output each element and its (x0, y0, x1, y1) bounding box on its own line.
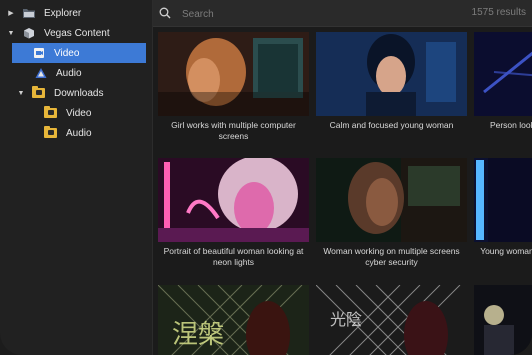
media-card[interactable]: Portrait of beautiful woman looking at n… (158, 158, 309, 267)
media-card[interactable]: Person looking at glowing lights (474, 32, 532, 131)
thumbnail-image (474, 32, 532, 116)
thumbnail-image (474, 158, 532, 242)
media-card[interactable]: 涅槃 (158, 285, 309, 355)
downloads-folder-icon (32, 86, 46, 99)
tree-item-downloads-video[interactable]: Video (0, 103, 152, 123)
media-card[interactable]: Girl works with multiple computer screen… (158, 32, 309, 141)
thumbnail-image: 光陰 (316, 285, 467, 355)
card-caption: Portrait of beautiful woman looking at n… (163, 246, 304, 267)
video-folder-icon (44, 106, 58, 119)
card-caption: Girl works with multiple computer screen… (171, 120, 296, 141)
media-card[interactable] (474, 285, 532, 355)
search-bar: 1575 results (153, 0, 532, 27)
thumbnail-image (316, 158, 467, 242)
app-window: ▶ Explorer ▼ Vegas Content Video Audio ▼… (0, 0, 532, 355)
audio-folder-icon (44, 126, 58, 139)
media-card[interactable]: Woman working on multiple screens cyber … (316, 158, 467, 267)
thumbnail-image: 涅槃 (158, 285, 309, 355)
search-icon[interactable] (159, 6, 171, 19)
svg-text:涅槃: 涅槃 (172, 320, 224, 350)
tree-item-downloads[interactable]: ▼ Downloads (0, 83, 152, 103)
tree-item-explorer[interactable]: ▶ Explorer (0, 3, 152, 23)
tree-item-label: Video (66, 107, 92, 119)
tree-item-vegas-content[interactable]: ▼ Vegas Content (0, 23, 152, 43)
chevron-right-icon[interactable]: ▶ (6, 9, 16, 17)
media-card[interactable]: 光陰 (316, 285, 467, 355)
media-card[interactable]: Calm and focused young woman (316, 32, 467, 131)
card-caption: Calm and focused young woman (329, 120, 454, 130)
tree-item-downloads-audio[interactable]: Audio (0, 123, 152, 143)
card-caption: Young woman looking at holographic light… (480, 246, 532, 256)
tree-item-label: Audio (56, 67, 82, 79)
sidebar-tree: ▶ Explorer ▼ Vegas Content Video Audio ▼… (0, 0, 153, 355)
thumbnail-image (316, 32, 467, 116)
tree-item-label: Video (54, 47, 80, 59)
tree-item-label: Downloads (54, 87, 104, 99)
tree-item-label: Vegas Content (44, 27, 110, 39)
svg-text:光陰: 光陰 (330, 310, 362, 329)
media-card[interactable]: Young woman looking at holographic light… (474, 158, 532, 267)
thumbnail-image (474, 285, 532, 355)
result-count: 1575 results (471, 7, 526, 18)
folder-icon (22, 7, 36, 19)
video-file-icon (32, 47, 46, 59)
thumbnail-grid: Girl works with multiple computer screen… (153, 26, 532, 355)
chevron-down-icon[interactable]: ▼ (6, 30, 16, 37)
tree-item-label: Audio (66, 127, 92, 139)
thumbnail-image (158, 158, 309, 242)
tree-item-vegas-audio[interactable]: Audio (0, 63, 152, 83)
tree-item-vegas-video[interactable]: Video (12, 43, 146, 63)
card-caption: Woman working on multiple screens cyber … (323, 246, 460, 267)
package-icon (22, 27, 36, 39)
audio-file-icon (34, 67, 48, 79)
chevron-down-icon[interactable]: ▼ (16, 90, 26, 97)
card-caption: Person looking at glowing lights (489, 120, 532, 130)
tree-item-label: Explorer (44, 7, 82, 19)
media-browser: 1575 results Girl works with multiple co… (153, 0, 532, 355)
thumbnail-image (158, 32, 309, 116)
search-input[interactable] (180, 3, 464, 25)
